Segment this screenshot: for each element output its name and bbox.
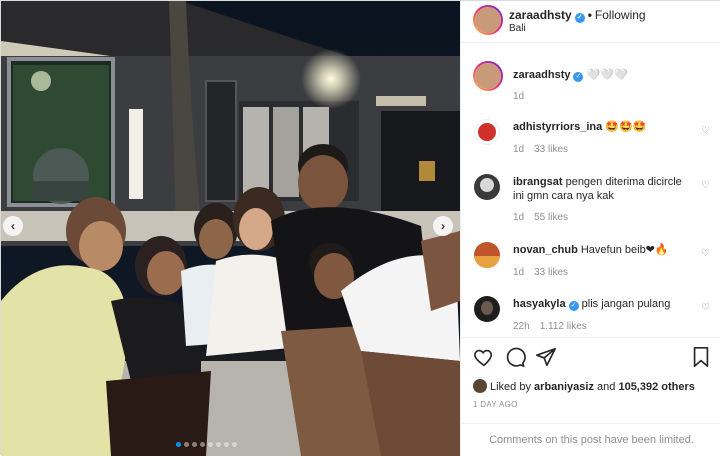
post-location[interactable]: Bali	[509, 23, 526, 34]
comment-body: plis jangan pulang	[581, 298, 671, 310]
carousel-dot	[224, 442, 229, 447]
carousel-dot	[208, 442, 213, 447]
caption-meta: 1d	[513, 91, 534, 102]
comment-likes[interactable]: 33 likes	[534, 144, 568, 155]
carousel-next-button[interactable]: ›	[433, 216, 453, 236]
comment-avatar[interactable]	[474, 174, 500, 200]
comment-text: ibrangsat pengen diterima dicircle ini g…	[513, 175, 693, 203]
author-avatar[interactable]	[473, 5, 503, 35]
following-button[interactable]: Following	[595, 8, 646, 22]
caption-body: 🤍🤍🤍	[586, 69, 628, 81]
comment-username[interactable]: hasyakyla	[513, 298, 566, 310]
group-photo-illustration	[1, 1, 460, 456]
post-date[interactable]: 1 DAY AGO	[473, 400, 518, 409]
comment-text: adhistyrriors_ina 🤩🤩🤩	[513, 120, 693, 134]
comment-like-icon[interactable]: ♡	[701, 248, 710, 259]
post-side-panel: zaraadhsty ✓ • Following Bali zaraadhsty ✓ 🤍…	[460, 1, 720, 456]
comment-like-icon[interactable]: ♡	[701, 125, 710, 136]
comment-likes[interactable]: 33 likes	[534, 267, 568, 278]
comment-meta: 1d 33 likes	[513, 144, 578, 155]
verified-icon: ✓	[574, 13, 585, 23]
comment-username[interactable]: ibrangsat	[513, 176, 563, 188]
carousel-indicator	[176, 442, 237, 447]
comment-likes[interactable]: 1.112 likes	[540, 321, 587, 332]
comment-meta: 1d 33 likes	[513, 267, 578, 278]
comment-time[interactable]: 22h	[513, 321, 530, 332]
like-icon[interactable]	[473, 346, 495, 368]
liker-avatar[interactable]	[473, 379, 487, 393]
comment-text: novan_chub Havefun beib❤🔥	[513, 243, 693, 257]
separator-dot: •	[587, 8, 592, 22]
comment-avatar[interactable]	[474, 242, 500, 268]
comment-meta: 22h 1.112 likes	[513, 321, 597, 332]
post-header: zaraadhsty ✓ • Following Bali	[461, 1, 720, 43]
carousel-prev-button[interactable]: ‹	[3, 216, 23, 236]
author-username[interactable]: zaraadhsty	[509, 8, 572, 22]
comment-likes[interactable]: 55 likes	[534, 212, 568, 223]
likes-summary: Liked by arbaniyasiz and 105,392 others	[473, 379, 695, 393]
comment-time[interactable]: 1d	[513, 144, 524, 155]
author-line: zaraadhsty ✓ • Following	[509, 8, 646, 23]
comment-time[interactable]: 1d	[513, 212, 524, 223]
comments-limited-notice: Comments on this post have been limited.	[461, 423, 720, 456]
comment-meta: 1d 55 likes	[513, 212, 578, 223]
comment-text: hasyakyla ✓ plis jangan pulang	[513, 297, 693, 311]
verified-icon: ✓	[573, 72, 584, 82]
post-actions: Liked by arbaniyasiz and 105,392 others …	[461, 337, 720, 427]
carousel-dot	[192, 442, 197, 447]
carousel-dot	[200, 442, 205, 447]
verified-icon: ✓	[568, 301, 579, 311]
comment-like-icon[interactable]: ♡	[701, 302, 710, 313]
comment-like-icon[interactable]: ♡	[701, 180, 710, 191]
save-bookmark-icon[interactable]	[690, 346, 712, 368]
comment-username[interactable]: adhistyrriors_ina	[513, 121, 602, 133]
comment-avatar[interactable]	[474, 296, 500, 322]
comment-time[interactable]: 1d	[513, 267, 524, 278]
caption-text: zaraadhsty ✓ 🤍🤍🤍	[513, 68, 693, 82]
comment-username[interactable]: novan_chub	[513, 244, 578, 256]
carousel-dot	[176, 442, 181, 447]
carousel-dot	[184, 442, 189, 447]
carousel-dot	[216, 442, 221, 447]
comment-avatar[interactable]	[474, 119, 500, 145]
liker-username[interactable]: arbaniyasiz	[534, 381, 594, 393]
liked-by-prefix: Liked by	[490, 381, 531, 393]
comments-list[interactable]: zaraadhsty ✓ 🤍🤍🤍 1d adhistyrriors_ina 🤩🤩🤩	[461, 44, 720, 336]
caption-username[interactable]: zaraadhsty	[513, 69, 570, 81]
caption-avatar[interactable]	[473, 61, 503, 91]
share-icon[interactable]	[535, 346, 557, 368]
caption-time[interactable]: 1d	[513, 91, 524, 102]
comment-body: 🤩🤩🤩	[605, 121, 647, 133]
comment-body: Havefun beib❤🔥	[580, 244, 669, 256]
carousel-dot	[232, 442, 237, 447]
likes-count-link[interactable]: 105,392 others	[618, 381, 694, 393]
comment-icon[interactable]	[504, 346, 526, 368]
post-photo[interactable]: ‹ ›	[1, 1, 460, 456]
liked-by-conjunction: and	[597, 381, 616, 393]
post-modal: ‹ › zaraadhsty ✓ • Following Bali zaraad…	[0, 0, 720, 456]
